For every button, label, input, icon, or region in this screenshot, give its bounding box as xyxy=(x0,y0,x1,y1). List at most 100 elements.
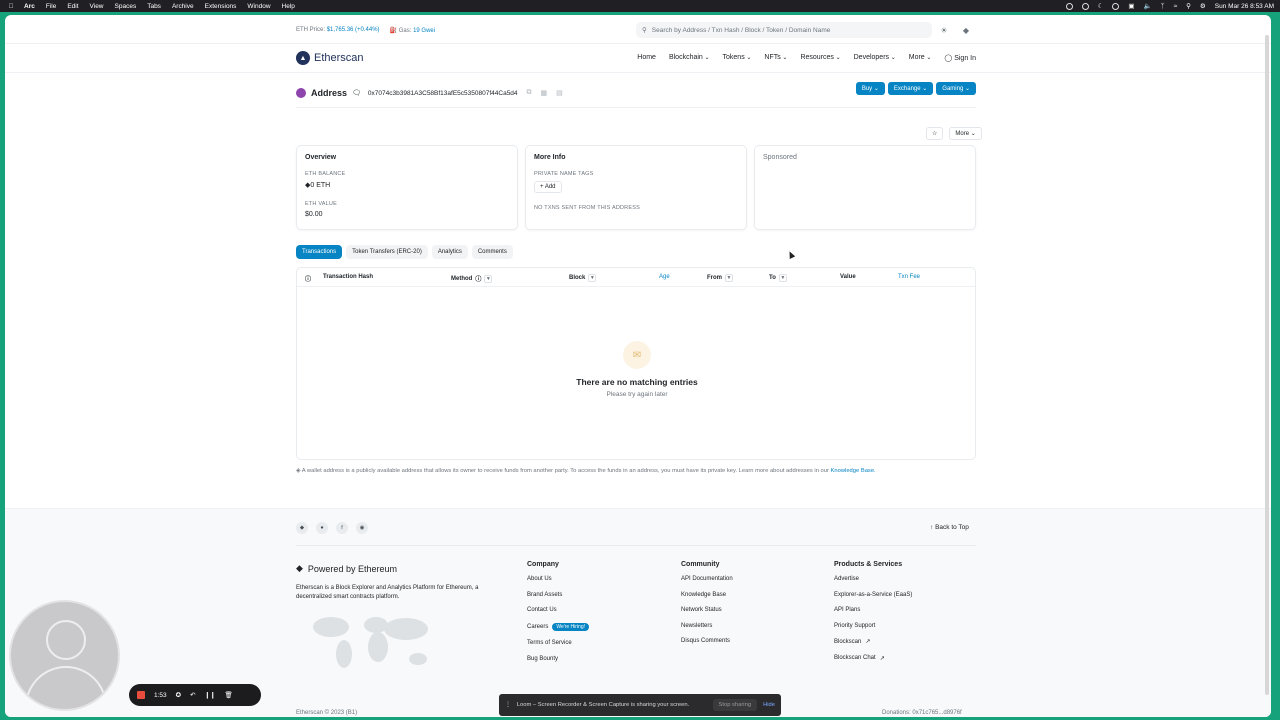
nav-sign-in[interactable]: ◯ Sign In xyxy=(944,54,976,62)
link-knowledge-base[interactable]: Knowledge Base xyxy=(681,592,733,598)
stop-recording-icon[interactable] xyxy=(137,691,145,699)
medium-icon[interactable]: ● xyxy=(316,522,328,534)
play-status-icon[interactable] xyxy=(1112,2,1120,10)
exchange-label: Exchange xyxy=(893,86,921,92)
link-about-us[interactable]: About Us xyxy=(527,576,589,582)
stop-sharing-button[interactable]: Stop sharing xyxy=(712,699,758,711)
products-column: Products & Services Advertise Explorer-a… xyxy=(834,561,912,671)
col-age[interactable]: Age xyxy=(659,274,670,280)
link-api-plans[interactable]: API Plans xyxy=(834,607,912,613)
nav-resources[interactable]: Resources xyxy=(800,54,840,62)
link-blockscan[interactable]: Blockscan ↗ xyxy=(834,638,912,646)
menu-tabs[interactable]: Tabs xyxy=(147,3,161,10)
copy-icon[interactable]: ⧉ xyxy=(527,89,532,97)
add-tag-button[interactable]: + Add xyxy=(534,181,562,193)
menu-view[interactable]: View xyxy=(90,3,104,10)
menu-extensions[interactable]: Extensions xyxy=(205,3,237,10)
eth-balance-value: ◆0 ETH xyxy=(305,181,509,189)
bluetooth-icon[interactable]: ᛉ xyxy=(1161,3,1165,10)
star-icon[interactable]: ☆ xyxy=(926,127,944,140)
camera-bubble[interactable] xyxy=(9,600,120,711)
menu-file[interactable]: File xyxy=(46,3,56,10)
external-link-icon: ↗ xyxy=(865,639,871,645)
spotlight-icon[interactable]: ⚲ xyxy=(1186,2,1191,10)
comment-icon[interactable]: 🗨 xyxy=(352,89,361,97)
trash-icon[interactable]: 🗑 xyxy=(224,691,232,699)
control-center-icon[interactable]: ⚙ xyxy=(1200,2,1206,10)
donations-link[interactable]: Donations: 0x71c765...d8976f xyxy=(882,710,962,716)
nav-nfts[interactable]: NFTs xyxy=(764,54,787,62)
nav-more[interactable]: More xyxy=(909,54,932,62)
block-filter-icon[interactable]: ▼ xyxy=(588,274,597,282)
overview-card: Overview ETH BALANCE ◆0 ETH ETH VALUE $0… xyxy=(296,145,518,230)
drawing-tool-icon[interactable]: ✪ xyxy=(176,691,181,699)
link-bug-bounty[interactable]: Bug Bounty xyxy=(527,656,589,662)
drag-handle-icon[interactable]: ⋮ xyxy=(505,702,511,708)
gaming-button[interactable]: Gaming ⌄ xyxy=(936,82,976,95)
tab-analytics[interactable]: Analytics xyxy=(431,245,468,259)
tab-token-transfers[interactable]: Token Transfers (ERC-20) xyxy=(346,245,428,259)
twitter-icon[interactable]: ◆ xyxy=(296,522,308,534)
link-disqus[interactable]: Disqus Comments xyxy=(681,638,733,644)
menu-edit[interactable]: Edit xyxy=(67,3,78,10)
page-scrollbar[interactable] xyxy=(1265,35,1269,695)
facebook-icon[interactable]: f xyxy=(336,522,348,534)
knowledge-base-link[interactable]: Knowledge Base. xyxy=(831,468,876,474)
info-icon[interactable]: ⓘ xyxy=(305,274,311,283)
recording-time: 1:53 xyxy=(154,691,167,699)
back-to-top[interactable]: ↑ Back to Top xyxy=(930,524,969,531)
link-eaas[interactable]: Explorer-as-a-Service (EaaS) xyxy=(834,592,912,598)
method-info-icon[interactable]: ⓘ xyxy=(475,274,481,283)
moon-icon[interactable]: ☾ xyxy=(1098,2,1104,10)
link-careers[interactable]: Careers We're Hiring! xyxy=(527,622,589,631)
menu-help[interactable]: Help xyxy=(282,3,295,10)
link-newsletters[interactable]: Newsletters xyxy=(681,623,733,629)
overview-title: Overview xyxy=(305,154,337,161)
pause-icon[interactable]: ❙❙ xyxy=(205,691,216,699)
link-api-docs[interactable]: API Documentation xyxy=(681,576,733,582)
wifi-icon[interactable]: ≈ xyxy=(1174,3,1178,10)
eth-price-value[interactable]: $1,765.36 (+0.44%) xyxy=(327,27,380,33)
menu-window[interactable]: Window xyxy=(247,3,270,10)
topbar: ETH Price: $1,765.36 (+0.44%) ⛽ Gas: 19 … xyxy=(5,15,1271,44)
menu-spaces[interactable]: Spaces xyxy=(115,3,137,10)
nav-tokens[interactable]: Tokens xyxy=(723,54,752,62)
menu-archive[interactable]: Archive xyxy=(172,3,194,10)
note-icon[interactable]: ▤ xyxy=(556,89,563,97)
link-advertise[interactable]: Advertise xyxy=(834,576,912,582)
link-priority-support[interactable]: Priority Support xyxy=(834,623,912,629)
display-icon[interactable]: ▣ xyxy=(1128,2,1134,10)
apple-icon[interactable]:  xyxy=(6,3,16,10)
extension-status-icon[interactable] xyxy=(1081,2,1089,10)
qr-code-icon[interactable]: ▦ xyxy=(541,89,548,97)
etherscan-logo[interactable]: ▲ Etherscan xyxy=(296,51,364,65)
nav-developers[interactable]: Developers xyxy=(854,54,896,62)
link-network-status[interactable]: Network Status xyxy=(681,607,733,613)
theme-toggle-icon[interactable]: ☀ xyxy=(937,23,951,37)
link-contact-us[interactable]: Contact Us xyxy=(527,607,589,613)
more-dropdown[interactable]: More ⌄ xyxy=(949,127,982,140)
menubar-datetime[interactable]: Sun Mar 26 8:53 AM xyxy=(1215,3,1274,10)
exchange-button[interactable]: Exchange ⌄ xyxy=(887,82,934,95)
tab-transactions[interactable]: Transactions xyxy=(296,245,343,259)
ethereum-network-icon[interactable]: ◆ xyxy=(959,23,973,37)
reddit-icon[interactable]: ◉ xyxy=(356,522,368,534)
record-status-icon[interactable] xyxy=(1065,2,1073,10)
search-input[interactable]: ⚲ Search by Address / Txn Hash / Block /… xyxy=(636,22,932,38)
method-filter-icon[interactable]: ▼ xyxy=(484,274,493,283)
col-txn-fee[interactable]: Txn Fee xyxy=(898,274,920,280)
menu-app[interactable]: Arc xyxy=(24,3,35,10)
tab-comments[interactable]: Comments xyxy=(471,245,513,259)
nav-home[interactable]: Home xyxy=(637,54,656,62)
link-brand-assets[interactable]: Brand Assets xyxy=(527,592,589,598)
buy-button[interactable]: Buy ⌄ xyxy=(855,82,885,95)
from-filter-icon[interactable]: ▼ xyxy=(725,274,733,282)
to-filter-icon[interactable]: ▼ xyxy=(778,274,787,282)
link-blockscan-chat[interactable]: Blockscan Chat ↗ xyxy=(834,655,912,662)
hide-button[interactable]: Hide xyxy=(763,702,775,708)
volume-icon[interactable]: 🔈 xyxy=(1144,2,1152,10)
gas-value[interactable]: 19 Gwei xyxy=(413,28,435,34)
link-terms[interactable]: Terms of Service xyxy=(527,640,589,646)
nav-blockchain[interactable]: Blockchain xyxy=(669,54,710,62)
undo-icon[interactable]: ↶ xyxy=(190,691,195,699)
